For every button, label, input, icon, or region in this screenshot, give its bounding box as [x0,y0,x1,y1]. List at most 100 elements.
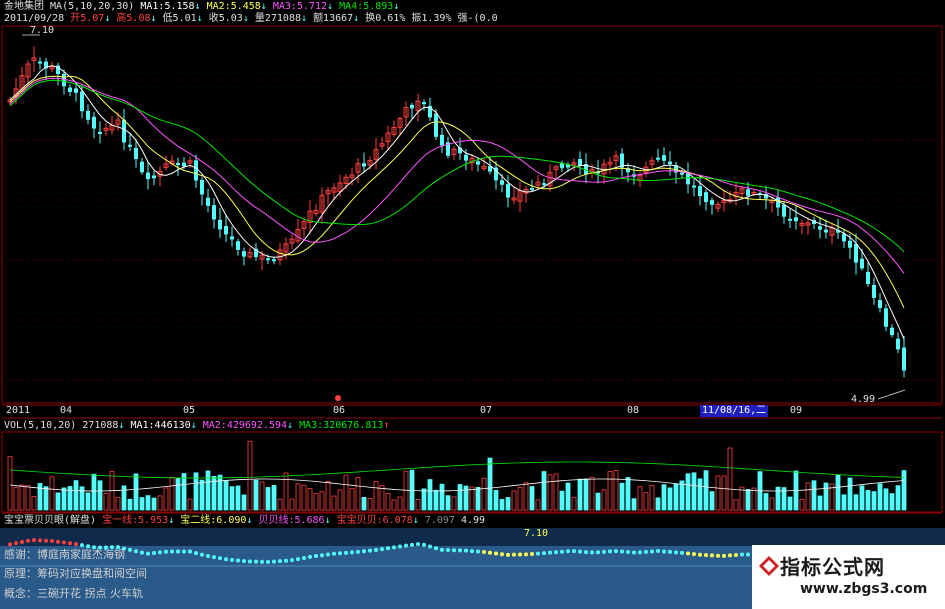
volume-bar [583,478,589,511]
volume-bar [325,481,331,511]
volume-bar [589,476,595,511]
indicator-dot [680,550,684,555]
indicator-dot [272,559,276,564]
volume-bar [775,486,781,511]
candle-body [86,110,90,120]
candle-body [272,259,276,262]
indicator-dot [386,546,390,551]
indicator-dot [158,550,162,555]
indicator-dot [206,554,210,559]
volume-bar [691,472,697,511]
volume-bar [469,486,475,511]
indicator-line1: 宝一线:5.953 [102,515,169,526]
volume-bar [61,487,67,511]
indicator-dot [494,551,498,556]
vol-ma2: MA2:429692.594 [202,420,288,431]
candle-body [680,172,684,175]
volume-bar [745,489,751,511]
candle-body [182,162,186,167]
volume-bar [199,479,205,511]
time-label-08: 08 [627,405,640,416]
volume-bar [439,483,445,511]
vol-params: VOL(5,10,20) [4,420,77,431]
ma-params: MA(5,10,20,30) [50,1,135,12]
volume-bar [571,496,577,511]
indicator-dot [482,550,486,555]
candle-body [410,104,414,109]
indicator-dot [428,544,432,549]
candle-body [422,102,426,105]
time-label-09: 09 [790,405,803,416]
indicator-dot [560,549,564,554]
volume-bar [415,499,421,511]
indicator-dot [332,551,336,556]
volume-bar [799,498,805,511]
volume-bar [235,485,241,511]
indicator-dot [68,541,72,546]
volume-bar [271,485,277,511]
volume-bar [661,484,667,511]
volume-bar [601,489,607,511]
site-watermark: 指标公式网 www.zbgs3.com [752,545,945,609]
indicator-dot [488,550,492,555]
candle-body [134,147,138,160]
candle-body [692,185,696,188]
indicator-dot [446,548,450,553]
indicator-dot [80,543,84,548]
indicator-dot [536,551,540,556]
volume-bar [163,487,169,511]
indicator-name[interactable]: 宝宝票贝贝眼(解盘) [4,515,96,526]
volume-bar [535,499,541,511]
indicator-dot [146,551,150,556]
indicator-dot [296,557,300,562]
ma4-line [9,79,905,253]
volume-bar [697,478,703,511]
volume-bar [391,499,397,511]
volume-bar [619,482,625,511]
volume-bar [151,497,157,511]
candle-body [506,184,510,198]
indicator-dot [632,550,636,555]
vol-ma1: MA1:446130 [130,420,191,431]
volume-bar [139,497,145,511]
indicator-dot [62,540,66,545]
candle-body [92,116,96,129]
bar-date: 2011/09/28 [4,13,65,24]
indicator-dot [530,552,534,557]
open-value: 开5.07 [70,13,105,24]
volume-bar [331,495,337,511]
indicator-dot [710,553,714,558]
volume-bar [421,488,427,511]
indicator-dot [14,541,18,546]
indicator-dot [8,542,12,547]
candle-body [872,284,876,298]
candle-body [152,175,156,179]
indicator-dot [674,550,678,555]
volume-bar [877,483,883,511]
candle-body [578,159,582,166]
volume-bar [223,480,229,511]
volume-bar [433,489,439,511]
indicator-dot [602,549,606,554]
indicator-header: 宝宝票贝贝眼(解盘) 宝一线:5.953↓ 宝二线:6.090↓ 贝贝线:5.6… [4,515,486,526]
indicator-dot [350,550,354,555]
volume-bar [811,480,817,511]
candle-body [704,192,708,203]
indicator-line2: 宝二线:6.090 [180,515,247,526]
candle-body [656,157,660,160]
indicator-dot [32,538,36,543]
volume-bar [361,497,367,511]
time-label-05: 05 [183,405,196,416]
candle-body [746,189,750,196]
volume-bar [157,495,163,511]
indicator-line4: 宝宝贝贝:6.078 [336,515,413,526]
indicator-top-value: 7.10 [524,528,549,539]
volume-bar [7,456,13,511]
volume-bar [301,484,307,511]
volume-bar [103,493,109,511]
note-principle: 原理：筹码对应换盘和阅空间 [4,567,147,580]
indicator-dot [698,552,702,557]
candle-body [128,144,132,147]
indicator-dot [398,544,402,549]
indicator-dot [308,554,312,559]
